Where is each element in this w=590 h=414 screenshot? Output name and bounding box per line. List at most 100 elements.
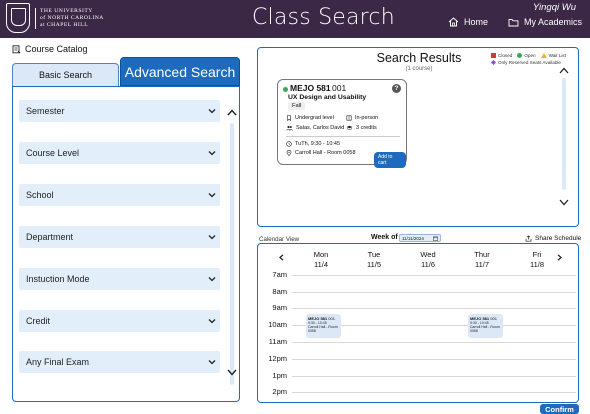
- week-date-input[interactable]: 11/11/2024: [399, 234, 441, 242]
- legend-closed-label: Closed: [498, 53, 513, 58]
- calendar-view-label: Calendar View: [259, 236, 300, 243]
- filter-label: Instuction Mode: [26, 274, 90, 284]
- reserved-diamond-icon: [491, 60, 496, 65]
- home-icon: [448, 17, 459, 27]
- chevron-down-icon: [208, 319, 216, 324]
- filter-course-level[interactable]: Course Level: [19, 142, 220, 164]
- filter-credit[interactable]: Credit: [19, 310, 220, 332]
- app-header: THE UNIVERSITY of NORTH CAROLINA at CHAP…: [0, 0, 590, 38]
- status-legend: Closed Open Wait List Only Reserved Seat…: [491, 53, 566, 67]
- results-scrollbar[interactable]: [562, 78, 566, 190]
- nav-my-academics[interactable]: My Academics: [508, 17, 582, 27]
- nav-home[interactable]: Home: [448, 17, 488, 27]
- filter-semester[interactable]: Semester: [19, 100, 220, 122]
- results-scroll-down-icon[interactable]: [559, 199, 569, 206]
- course-level-label: Undergrad level: [295, 115, 334, 121]
- day-header-mon: Mon 11/4: [299, 250, 343, 270]
- day-header-wed: Wed 11/6: [406, 250, 450, 270]
- day-name: Mon: [313, 250, 329, 259]
- previous-week-icon[interactable]: [278, 254, 285, 261]
- card-divider: [286, 136, 400, 137]
- event-location: Carroll Hall - Room 0058: [470, 325, 500, 334]
- filter-school[interactable]: School: [19, 184, 220, 206]
- credits-label: 3 credits: [356, 125, 377, 131]
- calendar-event-tue[interactable]: MEJO 581 001 9:30 - 10:45 Carroll Hall -…: [306, 314, 341, 338]
- day-header-thur: Thur 11/7: [460, 250, 504, 270]
- waitlist-triangle-icon: [540, 53, 547, 58]
- scroll-down-icon[interactable]: [227, 369, 237, 376]
- help-icon[interactable]: ?: [392, 84, 401, 93]
- calendar-event-thu[interactable]: MEJO 581 001 9:30 - 10:45 Carroll Hall -…: [468, 314, 503, 338]
- day-date: 11/7: [474, 260, 490, 269]
- day-header-tue: Tue 11/5: [352, 250, 396, 270]
- filter-label: Course Level: [26, 148, 80, 158]
- book-icon: [346, 115, 352, 121]
- catalog-icon: [12, 44, 21, 54]
- hour-line: [292, 292, 576, 293]
- instructor-label: Salas, Carlos David: [296, 125, 345, 131]
- event-section: 001: [328, 316, 335, 321]
- hour-label: 9am: [272, 303, 287, 312]
- course-mode: In-person: [346, 115, 378, 121]
- scroll-up-icon[interactable]: [227, 109, 237, 116]
- open-circle-icon: [517, 53, 523, 58]
- course-title: UX Design and Usability: [288, 94, 367, 101]
- chevron-down-icon: [208, 277, 216, 282]
- term-badge: Fall: [288, 102, 306, 110]
- legend-waitlist: Wait List: [540, 53, 566, 58]
- chevron-down-icon: [208, 193, 216, 198]
- filter-label: School: [26, 190, 54, 200]
- day-date: 11/6: [420, 260, 436, 269]
- share-schedule-label: Share Schedule: [535, 235, 582, 242]
- old-well-icon: [6, 3, 30, 33]
- tab-basic-search[interactable]: Basic Search: [12, 63, 119, 86]
- day-name: Wed: [420, 250, 436, 259]
- hour-line: [292, 308, 576, 309]
- confirm-button[interactable]: Confirm: [540, 404, 579, 414]
- week-of-label: Week of: [371, 234, 398, 241]
- filter-final-exam[interactable]: Any Final Exam: [19, 351, 220, 373]
- hour-label: 2pm: [272, 387, 287, 396]
- class-location: Carroll Hall - Room 0058: [286, 150, 356, 156]
- weekly-calendar: Mon 11/4 Tue 11/5 Wed 11/6 Thur 11/7 Fri 11/8…: [257, 243, 579, 403]
- add-to-cart-button[interactable]: Add to cart: [374, 152, 406, 168]
- chevron-down-icon: [208, 109, 216, 114]
- hour-label: 7am: [272, 270, 287, 279]
- closed-square-icon: [491, 53, 496, 58]
- university-logo[interactable]: THE UNIVERSITY of NORTH CAROLINA at CHAP…: [6, 3, 104, 33]
- filter-instruction-mode[interactable]: Instuction Mode: [19, 268, 220, 290]
- course-catalog-label: Course Catalog: [25, 44, 88, 54]
- tab-advanced-search[interactable]: Advanced Search: [120, 57, 240, 86]
- filter-department[interactable]: Department: [19, 226, 220, 248]
- event-location: Carroll Hall - Room 0058: [308, 325, 338, 334]
- chevron-down-icon: [208, 235, 216, 240]
- results-scroll-up-icon[interactable]: [559, 67, 569, 74]
- calendar-icon[interactable]: [433, 236, 438, 241]
- location-pin-icon: [286, 150, 292, 156]
- course-credits: 3 credits: [346, 125, 377, 131]
- share-schedule-button[interactable]: Share Schedule: [525, 235, 581, 242]
- hour-line: [292, 275, 576, 276]
- course-mode-label: In-person: [355, 115, 379, 121]
- hour-label: 8am: [272, 287, 287, 296]
- course-card[interactable]: MEJO 581 001 ? UX Design and Usability F…: [277, 79, 407, 168]
- hour-label: 1pm: [272, 371, 287, 380]
- day-name: Tue: [367, 250, 381, 259]
- people-icon: [286, 125, 293, 131]
- course-catalog-link[interactable]: Course Catalog: [12, 44, 88, 54]
- hour-label: 12pm: [268, 354, 287, 363]
- user-name[interactable]: Yingqi Wu: [533, 2, 576, 13]
- filter-label: Credit: [26, 316, 51, 326]
- filter-label: Department: [26, 232, 74, 242]
- legend-reserved-label: Only Reserved Seats Available: [498, 60, 561, 65]
- legend-reserved: Only Reserved Seats Available: [491, 60, 561, 65]
- nav-academics-label: My Academics: [524, 17, 583, 27]
- course-section: 001: [332, 83, 347, 93]
- day-date: 11/8: [529, 260, 545, 269]
- hour-line: [292, 376, 576, 377]
- hour-label: 10am: [268, 320, 287, 329]
- class-time: TuTh, 9:30 - 10:45: [286, 141, 340, 147]
- week-date-value: 11/11/2024: [402, 235, 424, 241]
- filters-scrollbar[interactable]: [230, 123, 234, 385]
- filter-label: Any Final Exam: [26, 357, 90, 367]
